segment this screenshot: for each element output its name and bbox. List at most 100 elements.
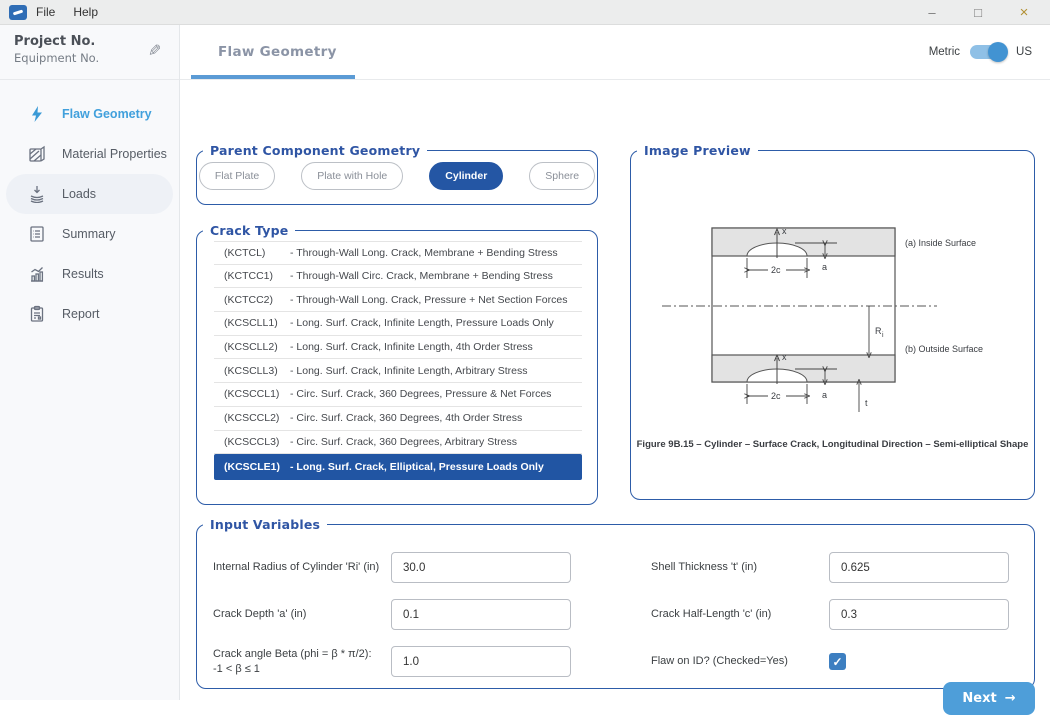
crack-desc: - Through-Wall Long. Crack, Pressure + N… (290, 294, 568, 306)
cylinder-button[interactable]: Cylinder (429, 162, 503, 190)
document-list-icon (26, 223, 48, 245)
crack-type-group: Crack Type (KCTCL) - Through-Wall Long. … (196, 223, 598, 505)
clipboard-report-icon (26, 303, 48, 325)
crack-code: (KCSCLL3) (214, 365, 290, 377)
svg-text:x: x (782, 226, 787, 236)
crack-code: (KCSCCL1) (214, 388, 290, 400)
maximize-icon[interactable]: □ (970, 5, 986, 20)
equipment-number-label: Equipment No. (14, 51, 165, 65)
svg-text:2c: 2c (771, 391, 781, 401)
crack-half-length-label: Crack Half-Length 'c' (in) (651, 607, 829, 622)
svg-text:R: R (875, 326, 882, 336)
cylinder-crack-diagram: x a 2c (a) Inside Surface R i (637, 184, 1029, 420)
svg-text:x: x (782, 352, 787, 362)
sidebar-item-label: Material Properties (62, 147, 167, 161)
svg-text:(a) Inside Surface: (a) Inside Surface (905, 238, 976, 248)
crack-type-row[interactable]: (KCSCLL2) - Long. Surf. Crack, Infinite … (214, 336, 582, 360)
chart-results-icon (26, 263, 48, 285)
menu-help[interactable]: Help (64, 5, 107, 19)
toggle-knob[interactable] (988, 42, 1008, 62)
crack-code: (KCSCLL1) (214, 317, 290, 329)
next-button-label: Next (962, 691, 996, 706)
arrow-right-icon: → (1005, 691, 1016, 706)
svg-text:2c: 2c (771, 265, 781, 275)
svg-text:(b) Outside Surface: (b) Outside Surface (905, 344, 983, 354)
crack-type-row-selected[interactable]: (KCSCLE1) - Long. Surf. Crack, Elliptica… (214, 454, 582, 480)
crack-code: (KCSCCL2) (214, 412, 290, 424)
sidebar-item-label: Loads (62, 187, 96, 201)
crack-type-row[interactable]: (KCTCC1) - Through-Wall Circ. Crack, Mem… (214, 265, 582, 289)
crack-type-row[interactable]: (KCSCLL3) - Long. Surf. Crack, Infinite … (214, 359, 582, 383)
title-bar: File Help – □ × (0, 0, 1050, 25)
crack-code: (KCTCC2) (214, 294, 290, 306)
crack-desc: - Circ. Surf. Crack, 360 Degrees, Pressu… (290, 388, 551, 400)
sidebar-item-label: Results (62, 267, 104, 281)
shell-thickness-input[interactable] (829, 552, 1009, 583)
crack-desc: - Through-Wall Long. Crack, Membrane + B… (290, 247, 558, 259)
sidebar-item-report[interactable]: Report (6, 294, 173, 334)
crack-type-row[interactable]: (KCSCLL1) - Long. Surf. Crack, Infinite … (214, 312, 582, 336)
main-panel: Parent Component Geometry Flat Plate Pla… (180, 80, 1050, 700)
crack-angle-beta-label: Crack angle Beta (phi = β * π/2): -1 < β… (213, 647, 391, 677)
crack-type-row[interactable]: (KCSCCL2) - Circ. Surf. Crack, 360 Degre… (214, 407, 582, 431)
crack-type-legend: Crack Type (203, 223, 295, 238)
crack-desc: - Long. Surf. Crack, Infinite Length, Ar… (290, 365, 528, 377)
crack-type-row[interactable]: (KCSCCL3) - Circ. Surf. Crack, 360 Degre… (214, 431, 582, 455)
svg-text:a: a (822, 390, 827, 400)
svg-text:a: a (822, 262, 827, 272)
image-preview-group: Image Preview x (630, 143, 1035, 500)
crack-type-list: (KCTCL) - Through-Wall Long. Crack, Memb… (214, 241, 582, 480)
minimize-icon[interactable]: – (924, 5, 940, 20)
load-arrow-icon (26, 183, 48, 205)
flaw-on-id-label: Flaw on ID? (Checked=Yes) (651, 654, 829, 669)
crack-angle-beta-input[interactable] (391, 646, 571, 677)
image-preview-legend: Image Preview (637, 143, 758, 158)
sidebar-item-flaw-geometry[interactable]: Flaw Geometry (6, 94, 173, 134)
lightning-bolt-icon (26, 103, 48, 125)
crack-type-row[interactable]: (KCTCC2) - Through-Wall Long. Crack, Pre… (214, 288, 582, 312)
crack-code: (KCSCCL3) (214, 436, 290, 448)
sidebar: Project No. Equipment No. ✎ Flaw Geometr… (0, 25, 180, 700)
menu-file[interactable]: File (27, 5, 64, 19)
parent-component-geometry-group: Parent Component Geometry Flat Plate Pla… (196, 143, 598, 205)
crack-desc: - Through-Wall Circ. Crack, Membrane + B… (290, 270, 553, 282)
crack-desc: - Circ. Surf. Crack, 360 Degrees, Arbitr… (290, 436, 517, 448)
flat-plate-button[interactable]: Flat Plate (199, 162, 275, 190)
sidebar-item-summary[interactable]: Summary (6, 214, 173, 254)
active-tab-underline (191, 75, 355, 79)
crack-desc: - Long. Surf. Crack, Elliptical, Pressur… (290, 461, 544, 473)
tab-flaw-geometry[interactable]: Flaw Geometry (180, 44, 337, 60)
app-logo-icon (9, 5, 27, 20)
crack-code: (KCTCL) (214, 247, 290, 259)
next-button[interactable]: Next → (943, 682, 1035, 715)
plate-with-hole-button[interactable]: Plate with Hole (301, 162, 403, 190)
unit-toggle[interactable] (970, 45, 1006, 59)
sidebar-nav: Flaw Geometry Material Properties Loads … (0, 80, 179, 334)
crack-type-row[interactable]: (KCSCCL1) - Circ. Surf. Crack, 360 Degre… (214, 383, 582, 407)
crack-depth-input[interactable] (391, 599, 571, 630)
internal-radius-input[interactable] (391, 552, 571, 583)
sidebar-item-results[interactable]: Results (6, 254, 173, 294)
crack-desc: - Long. Surf. Crack, Infinite Length, Pr… (290, 317, 554, 329)
crack-code: (KCTCC1) (214, 270, 290, 282)
figure-caption: Figure 9B.15 – Cylinder – Surface Crack,… (631, 439, 1034, 450)
close-icon[interactable]: × (1016, 4, 1032, 21)
content-area: Flaw Geometry Metric US Parent Component… (180, 25, 1050, 700)
input-variables-legend: Input Variables (203, 517, 327, 532)
crack-desc: - Long. Surf. Crack, Infinite Length, 4t… (290, 341, 533, 353)
flaw-on-id-checkbox[interactable]: ✓ (829, 653, 846, 670)
crack-desc: - Circ. Surf. Crack, 360 Degrees, 4th Or… (290, 412, 522, 424)
edit-project-icon[interactable]: ✎ (148, 41, 161, 61)
input-variables-group: Input Variables Internal Radius of Cylin… (196, 517, 1035, 689)
project-number-label: Project No. (14, 34, 165, 49)
crack-half-length-input[interactable] (829, 599, 1009, 630)
material-swatch-icon (26, 143, 48, 165)
sphere-button[interactable]: Sphere (529, 162, 595, 190)
sidebar-item-label: Report (62, 307, 100, 321)
sidebar-item-material-properties[interactable]: Material Properties (6, 134, 173, 174)
us-label: US (1016, 46, 1032, 58)
parent-component-geometry-legend: Parent Component Geometry (203, 143, 427, 158)
svg-text:t: t (865, 398, 868, 408)
crack-type-row[interactable]: (KCTCL) - Through-Wall Long. Crack, Memb… (214, 241, 582, 265)
sidebar-item-loads[interactable]: Loads (6, 174, 173, 214)
